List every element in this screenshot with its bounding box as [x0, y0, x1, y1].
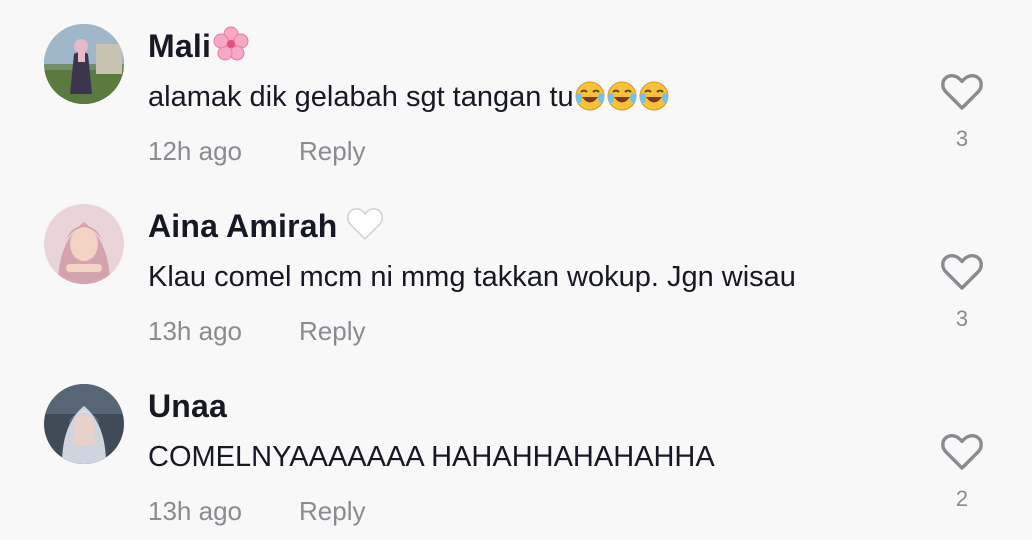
comment-username[interactable]: Aina Amirah — [148, 206, 384, 251]
like-button[interactable] — [940, 432, 984, 472]
comment-item: Aina Amirah Klau comel mcm ni mmg takkan… — [0, 180, 1032, 360]
username-text: Aina Amirah — [148, 208, 338, 244]
avatar-photo-icon — [44, 384, 124, 464]
avatar[interactable] — [44, 24, 124, 104]
avatar[interactable] — [44, 204, 124, 284]
like-button[interactable] — [940, 252, 984, 292]
username-text: Mali — [148, 28, 212, 64]
username-text: Unaa — [148, 388, 228, 424]
reply-button[interactable]: Reply — [299, 134, 365, 168]
comment-text-content: Klau comel mcm ni mmg takkan wokup. Jgn … — [148, 261, 796, 293]
reply-button[interactable]: Reply — [299, 494, 365, 528]
tears-of-joy-icon — [606, 80, 638, 122]
like-count: 2 — [955, 486, 969, 511]
tears-of-joy-icon — [574, 80, 606, 122]
comment-text-content: alamak dik gelabah sgt tangan tu — [148, 81, 574, 113]
reply-button[interactable]: Reply — [299, 314, 365, 348]
comment-item: Unaa COMELNYAAAAAAA HAHAHHAHAHAHHA 13h a… — [0, 360, 1032, 540]
avatar-photo-icon — [44, 204, 124, 284]
heart-outline-icon — [941, 434, 983, 470]
like-button[interactable] — [940, 72, 984, 112]
comment-item: Mali alamak dik gelabah sgt tangan tu 12… — [0, 0, 1032, 180]
avatar[interactable] — [44, 384, 124, 464]
comment-text-content: COMELNYAAAAAAA HAHAHHAHAHAHHA — [148, 441, 715, 473]
tears-of-joy-icon — [638, 80, 670, 122]
comment-username[interactable]: Unaa — [148, 386, 227, 426]
white-heart-icon — [346, 206, 384, 251]
like-count: 3 — [955, 306, 969, 331]
avatar-photo-icon — [44, 24, 124, 104]
comment-text: COMELNYAAAAAAA HAHAHHAHAHAHHA — [148, 438, 715, 476]
cherry-blossom-icon — [213, 26, 249, 71]
comment-timestamp: 13h ago — [148, 316, 242, 346]
comment-timestamp: 13h ago — [148, 496, 242, 526]
comment-text: Klau comel mcm ni mmg takkan wokup. Jgn … — [148, 258, 796, 296]
comment-text: alamak dik gelabah sgt tangan tu — [148, 78, 670, 122]
comment-timestamp: 12h ago — [148, 136, 242, 166]
comment-username[interactable]: Mali — [148, 26, 249, 71]
heart-outline-icon — [941, 254, 983, 290]
heart-outline-icon — [941, 74, 983, 110]
like-count: 3 — [955, 126, 969, 151]
